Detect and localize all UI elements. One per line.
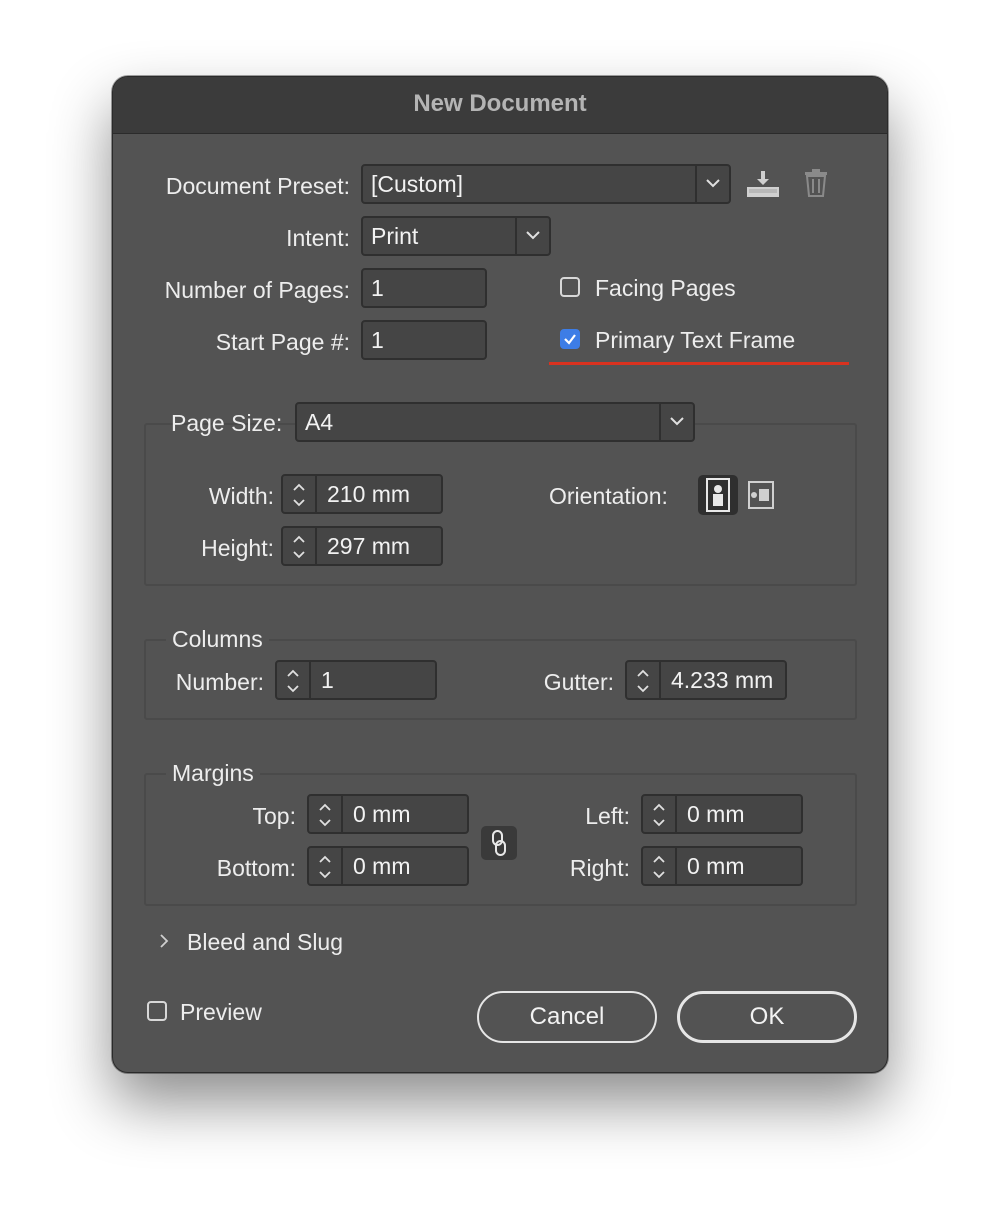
intent-value: Print bbox=[371, 223, 419, 249]
gutter-label: Gutter: bbox=[543, 669, 614, 695]
margin-right-stepper[interactable]: 0 mm bbox=[641, 846, 803, 886]
preview-label: Preview bbox=[180, 999, 262, 1025]
margin-right-label: Right: bbox=[569, 855, 630, 881]
chevron-right-icon bbox=[159, 933, 169, 954]
margin-left-stepper[interactable]: 0 mm bbox=[641, 794, 803, 834]
document-preset-dropdown[interactable]: [Custom] bbox=[361, 164, 731, 204]
annotation-underline bbox=[549, 362, 849, 365]
page-size-label: Page Size: bbox=[171, 410, 283, 436]
preview-checkbox[interactable] bbox=[147, 1001, 167, 1021]
trash-icon[interactable] bbox=[803, 168, 829, 203]
portrait-orientation-icon[interactable] bbox=[698, 475, 738, 515]
document-preset-value: [Custom] bbox=[371, 171, 464, 197]
landscape-orientation-icon[interactable] bbox=[743, 476, 775, 519]
height-value: 297 mm bbox=[327, 533, 411, 559]
height-label: Height: bbox=[201, 535, 274, 561]
dropdown-arrow[interactable] bbox=[695, 166, 729, 202]
orientation-label: Orientation: bbox=[549, 483, 668, 509]
margin-left-value: 0 mm bbox=[687, 801, 745, 827]
document-preset-label: Document Preset: bbox=[165, 173, 350, 199]
width-value: 210 mm bbox=[327, 481, 411, 507]
intent-dropdown[interactable]: Print bbox=[361, 216, 551, 256]
bleed-and-slug-label: Bleed and Slug bbox=[187, 929, 344, 955]
ok-button[interactable]: OK bbox=[677, 991, 857, 1043]
stepper-arrows[interactable] bbox=[627, 662, 661, 698]
dropdown-arrow[interactable] bbox=[659, 404, 693, 440]
stepper-arrows[interactable] bbox=[283, 528, 317, 564]
number-of-pages-input[interactable]: 1 bbox=[361, 268, 487, 308]
width-stepper[interactable]: 210 mm bbox=[281, 474, 443, 514]
margin-left-label: Left: bbox=[585, 803, 630, 829]
margins-group-label: Margins bbox=[166, 759, 260, 787]
start-page-input[interactable]: 1 bbox=[361, 320, 487, 360]
facing-pages-checkbox[interactable] bbox=[560, 277, 580, 297]
start-page-label: Start Page #: bbox=[215, 329, 350, 355]
gutter-stepper[interactable]: 4.233 mm bbox=[625, 660, 787, 700]
bleed-and-slug-disclosure[interactable]: Bleed and Slug bbox=[151, 927, 371, 959]
cancel-button[interactable]: Cancel bbox=[477, 991, 657, 1043]
primary-text-frame-checkbox[interactable] bbox=[560, 329, 580, 349]
primary-text-frame-label: Primary Text Frame bbox=[595, 327, 796, 353]
checkmark-icon bbox=[564, 334, 576, 345]
stepper-arrows[interactable] bbox=[643, 848, 677, 884]
stepper-arrows[interactable] bbox=[283, 476, 317, 512]
save-preset-icon[interactable] bbox=[745, 167, 781, 204]
dialog-title: New Document bbox=[413, 90, 587, 117]
gutter-value: 4.233 mm bbox=[671, 667, 774, 693]
page-size-dropdown[interactable]: A4 bbox=[295, 402, 695, 442]
dialog-titlebar: New Document bbox=[113, 77, 887, 134]
width-label: Width: bbox=[208, 483, 274, 509]
number-of-pages-label: Number of Pages: bbox=[164, 277, 350, 303]
facing-pages-label: Facing Pages bbox=[595, 275, 736, 301]
stepper-arrows[interactable] bbox=[643, 796, 677, 832]
dropdown-arrow[interactable] bbox=[515, 218, 549, 254]
intent-label: Intent: bbox=[286, 225, 350, 251]
columns-group-label: Columns bbox=[166, 625, 269, 653]
height-stepper[interactable]: 297 mm bbox=[281, 526, 443, 566]
margin-right-value: 0 mm bbox=[687, 853, 745, 879]
page-size-value: A4 bbox=[305, 409, 334, 435]
new-document-dialog: New Document Document Preset: [Custom] I… bbox=[112, 76, 888, 1073]
